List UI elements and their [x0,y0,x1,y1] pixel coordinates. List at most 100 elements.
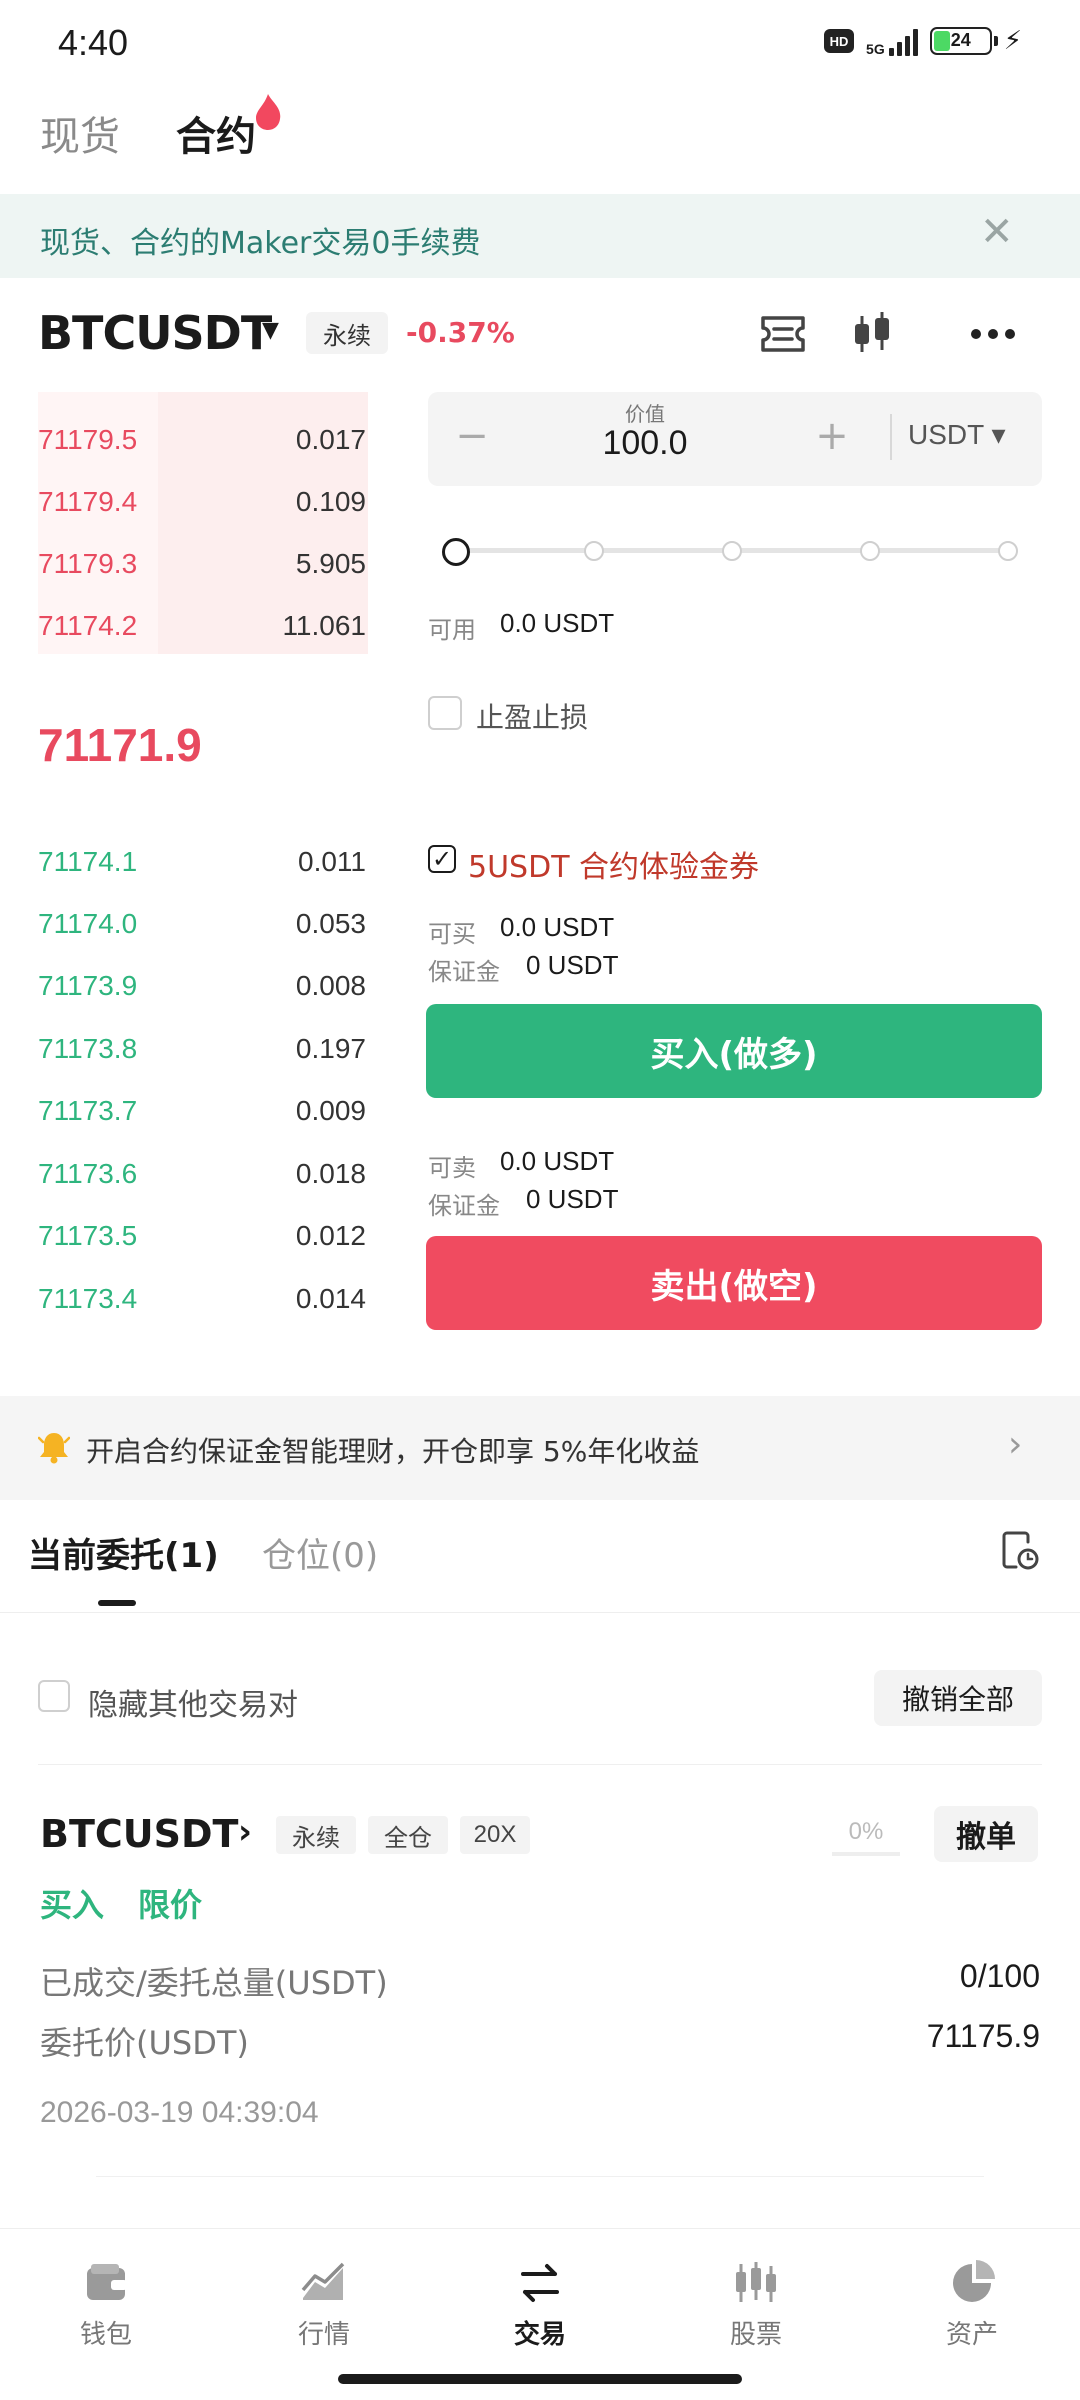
buy-margin-label: 保证金 [428,958,500,986]
chevron-right-icon[interactable]: › [1008,1424,1022,1465]
candlestick-chart-icon[interactable] [850,310,896,358]
nav-trade[interactable]: 交易 [480,2256,600,2351]
nav-assets[interactable]: 资产 [912,2256,1032,2351]
slider-step-100[interactable] [998,541,1018,561]
bid-row[interactable]: 71173.7 0.009 [38,1091,366,1131]
divider [38,1764,1042,1765]
filled-value: 0/100 [959,1958,1040,1994]
trade-arrows-icon [521,2264,559,2302]
tag-cross-margin: 全仓 [368,1816,448,1854]
coupon-checkbox[interactable]: ✓ [428,845,456,873]
hd-icon: HD [824,29,855,53]
flame-icon [256,94,281,130]
order-history-icon[interactable] [1000,1530,1040,1572]
increase-button[interactable]: + [812,412,852,462]
can-buy-value: 0.0 USDT [500,912,615,942]
hide-others-label[interactable]: 隐藏其他交易对 [88,1680,298,1724]
ask-row[interactable]: 71174.2 11.061 [38,606,366,646]
bid-row[interactable]: 71173.6 0.018 [38,1154,366,1194]
hide-others-checkbox[interactable] [38,1680,70,1712]
price-change: -0.37% [406,316,515,349]
bell-icon [38,1433,70,1464]
contract-type-badge: 永续 [306,312,388,354]
bid-qty: 0.018 [295,1158,366,1189]
order-time: 2026-03-19 04:39:04 [40,2096,319,2129]
more-icon[interactable] [968,326,1018,342]
battery-level: 24 [950,30,971,50]
order-type: 限价 [138,1886,203,1924]
can-buy-label: 可买 [428,920,476,948]
can-sell-label: 可卖 [428,1154,476,1182]
available-label: 可用 [428,616,476,644]
promo-text[interactable]: 现货、合约的Maker交易0手续费 [40,218,480,262]
bid-row[interactable]: 71173.8 0.197 [38,1029,366,1069]
bid-row[interactable]: 71174.1 0.011 [38,842,366,882]
caret-down-icon[interactable]: ▼ [262,318,279,343]
home-indicator[interactable] [338,2374,742,2384]
network-type: 5G [866,41,885,57]
ask-row[interactable]: 71179.5 0.017 [38,420,366,460]
ask-price: 71179.4 [38,486,138,517]
order-price-value: 71175.9 [926,2018,1040,2054]
value-input[interactable]: 100.0 [560,424,730,463]
tpsl-checkbox[interactable] [428,696,462,730]
divider [96,2176,984,2177]
market-chart-icon [301,2262,345,2300]
last-price[interactable]: 71171.9 [38,718,202,772]
tab-positions[interactable]: 仓位(0) [262,1528,378,1577]
nav-wallet[interactable]: 钱包 [46,2256,166,2351]
ask-qty: 0.109 [295,486,366,517]
ask-row[interactable]: 71179.3 5.905 [38,544,366,584]
bid-price: 71173.9 [38,970,138,1001]
close-icon[interactable]: ✕ [980,212,1014,252]
chevron-right-icon[interactable]: › [238,1812,252,1852]
ticket-icon[interactable] [758,312,808,356]
nav-label: 交易 [513,2320,566,2350]
battery-icon: 24 [929,27,998,55]
slider-step-25[interactable] [584,541,604,561]
sell-margin-label: 保证金 [428,1192,500,1220]
symbol-selector[interactable]: BTCUSDT [38,306,272,360]
ask-row[interactable]: 71179.4 0.109 [38,482,366,522]
bid-price: 71173.6 [38,1158,138,1189]
bid-qty: 0.014 [295,1283,366,1314]
bid-qty: 0.012 [295,1220,366,1251]
pie-chart-icon [953,2260,995,2302]
unit-select[interactable]: USDT ▾ [908,418,1006,451]
nav-stocks[interactable]: 股票 [696,2256,816,2351]
ask-qty: 5.905 [295,548,366,579]
bid-price: 71173.7 [38,1095,138,1126]
tab-open-orders[interactable]: 当前委托(1) [28,1528,219,1577]
fill-progress: 0% [848,1818,884,1845]
decrease-button[interactable]: − [452,412,492,462]
slider-step-50[interactable] [722,541,742,561]
tab-spot[interactable]: 现货 [40,104,120,162]
tpsl-label[interactable]: 止盈止损 [476,696,588,736]
bid-row[interactable]: 71173.9 0.008 [38,966,366,1006]
ask-qty: 11.061 [282,610,366,641]
ask-price: 71179.3 [38,548,138,579]
bid-qty: 0.008 [295,970,366,1001]
tag-leverage: 20X [460,1816,530,1854]
sell-short-button[interactable]: 卖出(做空) [426,1236,1042,1330]
order-symbol[interactable]: BTCUSDT [40,1812,238,1856]
buy-long-button[interactable]: 买入(做多) [426,1004,1042,1098]
slider-step-75[interactable] [860,541,880,561]
stocks-candles-icon [736,2262,776,2302]
cancel-all-button[interactable]: 撤销全部 [874,1670,1042,1726]
bid-row[interactable]: 71174.0 0.053 [38,904,366,944]
divider [890,414,892,460]
cancel-order-button[interactable]: 撤单 [934,1806,1038,1862]
slider-thumb[interactable] [442,538,470,566]
bid-row[interactable]: 71173.4 0.014 [38,1279,366,1319]
tab-contract[interactable]: 合约 [176,104,256,162]
wallet-icon [87,2264,127,2300]
bid-row[interactable]: 71173.5 0.012 [38,1216,366,1256]
ask-price: 71179.5 [38,424,138,455]
nav-market[interactable]: 行情 [264,2256,384,2351]
notice-text[interactable]: 开启合约保证金智能理财，开仓即享 5%年化收益 [86,1430,699,1470]
available-value: 0.0 USDT [500,608,615,638]
bid-qty: 0.009 [295,1095,366,1126]
coupon-label[interactable]: 5USDT 合约体验金券 [468,842,759,886]
bid-price: 71174.0 [38,908,138,939]
